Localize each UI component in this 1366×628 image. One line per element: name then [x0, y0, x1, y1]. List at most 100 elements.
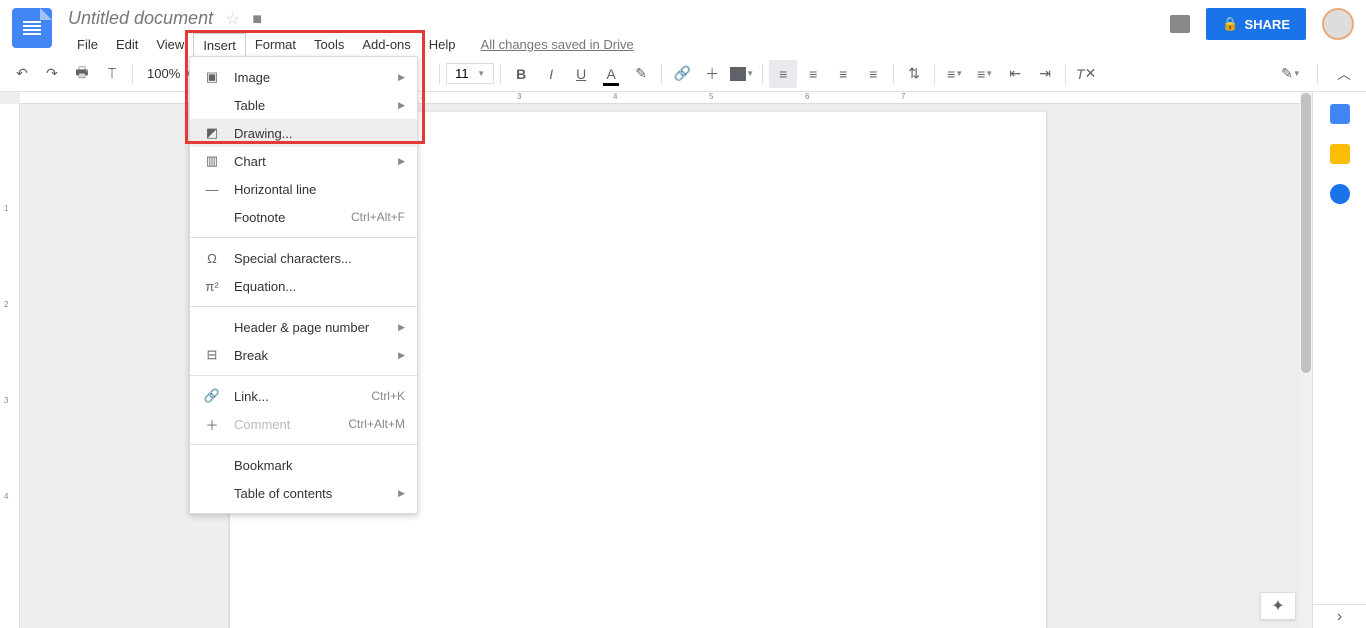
menu-view[interactable]: View	[147, 33, 193, 57]
image-icon: ▣	[202, 69, 222, 85]
numbered-list-button[interactable]: ≡▼	[941, 60, 969, 88]
menu-format[interactable]: Format	[246, 33, 305, 57]
scrollbar-vertical[interactable]	[1300, 92, 1312, 628]
ruler-tick: 1	[4, 204, 8, 213]
menu-insert-hline[interactable]: — Horizontal line	[190, 175, 417, 203]
menu-addons[interactable]: Add-ons	[353, 33, 419, 57]
add-comment-button[interactable]: ＋	[698, 60, 726, 88]
font-size-value: 11	[455, 66, 469, 81]
menu-label: Equation...	[234, 279, 405, 294]
menu-label: Image	[234, 70, 398, 85]
header-icon	[202, 319, 222, 335]
calendar-icon[interactable]	[1330, 104, 1350, 124]
line-spacing-button[interactable]: ⇅	[900, 60, 928, 88]
align-right-button[interactable]: ≡	[829, 60, 857, 88]
menu-label: Link...	[234, 389, 371, 404]
menu-insert-toc[interactable]: Table of contents ▶	[190, 479, 417, 507]
lock-icon: 🔒	[1222, 16, 1238, 32]
paint-format-button[interactable]: ⟙	[98, 60, 126, 88]
footnote-icon	[202, 209, 222, 225]
save-status[interactable]: All changes saved in Drive	[477, 33, 638, 57]
ruler-tick: 6	[805, 92, 809, 101]
text-color-button[interactable]: A	[597, 60, 625, 88]
menu-insert-bookmark[interactable]: Bookmark	[190, 451, 417, 479]
separator	[132, 64, 133, 84]
menu-insert-equation[interactable]: π² Equation...	[190, 272, 417, 300]
chevron-right-icon: ▶	[398, 322, 405, 333]
menu-separator	[190, 444, 417, 445]
decrease-indent-button[interactable]: ⇤	[1001, 60, 1029, 88]
side-panel-toggle[interactable]: ›	[1312, 604, 1366, 628]
menu-label: Bookmark	[234, 458, 405, 473]
redo-button[interactable]: ↷	[38, 60, 66, 88]
menu-insert-footnote[interactable]: Footnote Ctrl+Alt+F	[190, 203, 417, 231]
chevron-right-icon: ▶	[398, 350, 405, 361]
menu-insert-table[interactable]: Table ▶	[190, 91, 417, 119]
italic-button[interactable]: I	[537, 60, 565, 88]
ruler-vertical[interactable]: 1 2 3 4	[0, 104, 20, 628]
separator	[1065, 64, 1066, 84]
menu-label: Comment	[234, 417, 348, 432]
folder-icon[interactable]: ■	[252, 11, 262, 28]
separator	[500, 64, 501, 84]
menu-insert-drawing[interactable]: ◩ Drawing...	[190, 119, 417, 147]
chevron-right-icon: ▶	[398, 100, 405, 111]
line-icon: —	[202, 181, 222, 197]
zoom-value: 100%	[147, 66, 180, 81]
doc-title[interactable]: Untitled document	[68, 8, 213, 29]
menu-insert-break[interactable]: ⊟ Break ▶	[190, 341, 417, 369]
menu-insert[interactable]: Insert	[193, 33, 246, 57]
share-button[interactable]: 🔒 SHARE	[1206, 8, 1306, 40]
ruler-tick: 2	[421, 92, 425, 101]
title-area: Untitled document ☆ ■ File Edit View Ins…	[68, 8, 1170, 57]
menu-file[interactable]: File	[68, 33, 107, 57]
scroll-thumb[interactable]	[1301, 93, 1311, 373]
bookmark-icon	[202, 457, 222, 473]
menu-insert-special[interactable]: Ω Special characters...	[190, 244, 417, 272]
ruler-tick: 2	[4, 300, 8, 309]
menu-label: Table	[234, 98, 398, 113]
keep-icon[interactable]	[1330, 144, 1350, 164]
chevron-right-icon: ▶	[398, 72, 405, 83]
insert-link-button[interactable]: 🔗	[668, 60, 696, 88]
chevron-right-icon: ▶	[398, 488, 405, 499]
insert-image-button[interactable]: ▼	[728, 60, 756, 88]
bold-button[interactable]: B	[507, 60, 535, 88]
increase-indent-button[interactable]: ⇥	[1031, 60, 1059, 88]
menu-edit[interactable]: Edit	[107, 33, 147, 57]
highlight-button[interactable]: ✎	[627, 60, 655, 88]
menu-insert-image[interactable]: ▣ Image ▶	[190, 63, 417, 91]
menu-insert-link[interactable]: 🔗 Link... Ctrl+K	[190, 382, 417, 410]
font-size-select[interactable]: 11 ▼	[446, 63, 494, 84]
header: Untitled document ☆ ■ File Edit View Ins…	[0, 0, 1366, 56]
separator	[934, 64, 935, 84]
star-icon[interactable]: ☆	[226, 11, 240, 28]
menu-shortcut: Ctrl+K	[371, 389, 405, 403]
menu-tools[interactable]: Tools	[305, 33, 353, 57]
explore-button[interactable]: ✦	[1260, 592, 1296, 620]
align-left-button[interactable]: ≡	[769, 60, 797, 88]
menu-insert-header-pn[interactable]: Header & page number ▶	[190, 313, 417, 341]
editing-mode-button[interactable]: ✎▼	[1277, 60, 1305, 88]
align-justify-button[interactable]: ≡	[859, 60, 887, 88]
undo-button[interactable]: ↶	[8, 60, 36, 88]
clear-formatting-button[interactable]: T✕	[1072, 60, 1100, 88]
side-panel	[1312, 92, 1366, 604]
menu-label: Header & page number	[234, 320, 398, 335]
tasks-icon[interactable]	[1330, 184, 1350, 204]
bulleted-list-button[interactable]: ≡▼	[971, 60, 999, 88]
separator	[1317, 64, 1318, 84]
menu-help[interactable]: Help	[420, 33, 465, 57]
avatar[interactable]	[1322, 8, 1354, 40]
menu-separator	[190, 306, 417, 307]
comments-icon[interactable]	[1170, 15, 1190, 33]
ruler-tick: 5	[709, 92, 713, 101]
underline-button[interactable]: U	[567, 60, 595, 88]
collapse-toolbar-button[interactable]: ︿	[1330, 60, 1358, 88]
docs-logo[interactable]	[12, 8, 52, 48]
align-center-button[interactable]: ≡	[799, 60, 827, 88]
menu-label: Drawing...	[234, 126, 405, 141]
menu-insert-chart[interactable]: ▥ Chart ▶	[190, 147, 417, 175]
print-button[interactable]: 🖶	[68, 60, 96, 88]
menubar: File Edit View Insert Format Tools Add-o…	[68, 33, 1170, 57]
